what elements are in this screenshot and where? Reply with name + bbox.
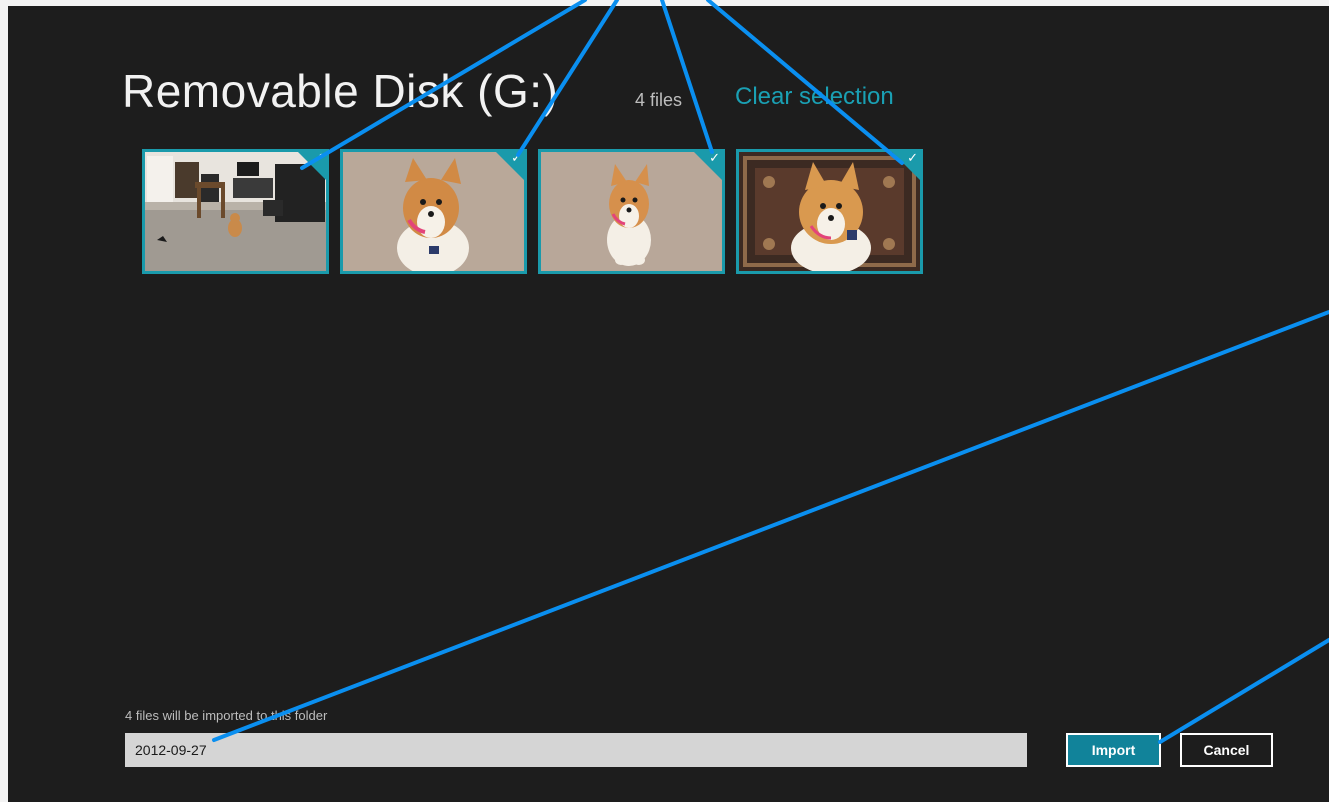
check-icon: ✓ — [313, 151, 324, 166]
import-button[interactable]: Import — [1066, 733, 1161, 767]
check-icon: ✓ — [709, 151, 720, 166]
check-icon: ✓ — [907, 151, 918, 166]
folder-name-input[interactable] — [125, 733, 1027, 767]
photo-thumbnail[interactable]: ✓ — [340, 149, 527, 274]
clear-selection-link[interactable]: Clear selection — [735, 83, 894, 111]
import-window — [8, 6, 1329, 802]
folder-description: 4 files will be imported to this folder — [125, 708, 328, 723]
page-title: Removable Disk (G:) — [122, 65, 559, 117]
photo-thumbnail[interactable]: ✓ — [736, 149, 923, 274]
screen-frame: Removable Disk (G:) 4 files Clear select… — [0, 0, 1329, 802]
photo-thumbnail[interactable]: ✓ — [142, 149, 329, 274]
photo-thumbnail[interactable]: ✓ — [538, 149, 725, 274]
check-icon: ✓ — [511, 151, 522, 166]
file-count: 4 files — [635, 90, 683, 110]
cancel-button[interactable]: Cancel — [1180, 733, 1273, 767]
